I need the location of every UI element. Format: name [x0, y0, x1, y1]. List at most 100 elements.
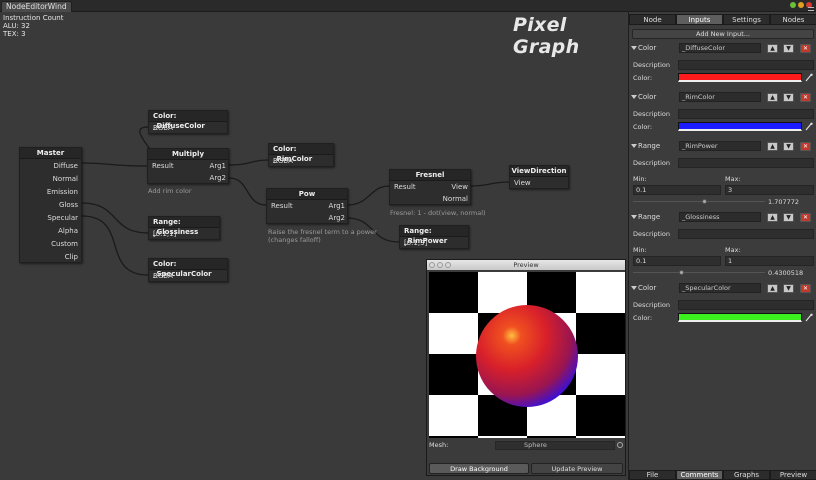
- arrow-down-icon[interactable]: ▼: [783, 213, 794, 222]
- description-field[interactable]: [678, 229, 814, 239]
- foldout-arrow-icon[interactable]: [631, 46, 637, 50]
- max-field[interactable]: 1: [725, 256, 814, 266]
- value-slider[interactable]: [633, 272, 765, 273]
- bottom-tab-graphs[interactable]: Graphs: [723, 470, 770, 480]
- fresnel-node[interactable]: Fresnel Result View Normal: [389, 169, 471, 205]
- menu-icon[interactable]: [808, 7, 814, 11]
- wire-multiply-diffuse: [81, 162, 148, 167]
- color-swatch[interactable]: [678, 122, 802, 131]
- window-tab[interactable]: NodeEditorWind: [1, 1, 72, 12]
- slider-thumb[interactable]: [678, 270, 684, 275]
- mesh-field[interactable]: Sphere: [495, 441, 615, 450]
- pow-output-port[interactable]: Result: [271, 202, 293, 211]
- arrow-up-icon[interactable]: ▲: [767, 93, 778, 102]
- minimize-icon[interactable]: [798, 2, 804, 8]
- arrow-down-icon[interactable]: ▼: [783, 44, 794, 53]
- input-name-field[interactable]: _RimPower: [679, 141, 761, 151]
- preview-titlebar[interactable]: Preview: [427, 260, 625, 270]
- description-field[interactable]: [678, 60, 814, 70]
- master-port-emission[interactable]: Emission: [47, 188, 78, 197]
- color-swatch[interactable]: [678, 313, 802, 322]
- fresnel-output-port[interactable]: Result: [394, 183, 416, 192]
- foldout-arrow-icon[interactable]: [631, 286, 637, 290]
- master-port-specular[interactable]: Specular: [47, 214, 78, 223]
- value-slider[interactable]: [633, 201, 765, 202]
- arrow-up-icon[interactable]: ▲: [767, 142, 778, 151]
- fresnel-view-port[interactable]: View: [451, 183, 468, 192]
- view-direction-output-port[interactable]: View: [510, 177, 568, 189]
- tab-node[interactable]: Node: [629, 14, 676, 25]
- arrow-down-icon[interactable]: ▼: [783, 284, 794, 293]
- eyedropper-icon[interactable]: [805, 313, 813, 322]
- multiply-arg1-port[interactable]: Arg1: [210, 162, 226, 171]
- input-name-field[interactable]: _Glossiness: [679, 212, 761, 222]
- bottom-tab-file[interactable]: File: [629, 470, 676, 480]
- eyedropper-icon[interactable]: [805, 122, 813, 131]
- foldout-arrow-icon[interactable]: [631, 95, 637, 99]
- instruction-stats: Instruction Count ALU: 32 TEX: 3: [3, 14, 63, 38]
- glossiness-node[interactable]: Range: _Glossiness [0.1,1]: [148, 216, 220, 240]
- master-port-normal[interactable]: Normal: [53, 175, 78, 184]
- master-port-clip[interactable]: Clip: [65, 253, 78, 262]
- description-field[interactable]: [678, 158, 814, 168]
- arrow-up-icon[interactable]: ▲: [767, 44, 778, 53]
- view-direction-node[interactable]: ViewDirection View: [509, 165, 569, 189]
- delete-icon[interactable]: ✕: [800, 93, 811, 102]
- preview-render[interactable]: [429, 272, 625, 438]
- multiply-node[interactable]: Multiply Result Arg1 Arg2: [147, 148, 229, 184]
- arrow-up-icon[interactable]: ▲: [767, 213, 778, 222]
- preview-window[interactable]: Preview Mesh: Sphere Draw Background Upd…: [426, 259, 626, 476]
- master-port-alpha[interactable]: Alpha: [58, 227, 78, 236]
- input-name-field[interactable]: _RimColor: [679, 92, 761, 102]
- master-port-gloss[interactable]: Gloss: [59, 201, 78, 210]
- fresnel-normal-port[interactable]: Normal: [443, 195, 468, 204]
- bottom-tab-comments[interactable]: Comments: [676, 470, 723, 480]
- preview-close-icon[interactable]: [429, 261, 435, 268]
- color-swatch[interactable]: [678, 73, 802, 82]
- eyedropper-icon[interactable]: [805, 73, 813, 82]
- object-picker-icon[interactable]: [617, 442, 623, 448]
- bottom-tab-preview[interactable]: Preview: [770, 470, 816, 480]
- tab-settings[interactable]: Settings: [723, 14, 770, 25]
- slider-value[interactable]: 1.707772: [768, 198, 799, 206]
- master-port-custom[interactable]: Custom: [51, 240, 78, 249]
- multiply-arg2-port[interactable]: Arg2: [210, 174, 226, 183]
- arrow-up-icon[interactable]: ▲: [767, 284, 778, 293]
- delete-icon[interactable]: ✕: [800, 213, 811, 222]
- description-field[interactable]: [678, 300, 814, 310]
- specular-color-node[interactable]: Color: _SpecularColor RGBA: [148, 258, 228, 282]
- foldout-arrow-icon[interactable]: [631, 215, 637, 219]
- arrow-down-icon[interactable]: ▼: [783, 142, 794, 151]
- diffuse-color-node[interactable]: Color: _DiffuseColor RGBA: [148, 110, 228, 134]
- update-preview-button[interactable]: Update Preview: [531, 463, 623, 474]
- min-label: Min:: [633, 175, 647, 183]
- delete-icon[interactable]: ✕: [800, 284, 811, 293]
- rim-color-node[interactable]: Color: _RimColor RGBA: [268, 143, 334, 167]
- multiply-output-port[interactable]: Result: [152, 162, 174, 171]
- description-field[interactable]: [678, 109, 814, 119]
- max-field[interactable]: 3: [725, 185, 814, 195]
- input-name-field[interactable]: _DiffuseColor: [679, 43, 761, 53]
- tab-inputs[interactable]: Inputs: [676, 14, 723, 25]
- master-node[interactable]: Master Diffuse Normal Emission Gloss Specula…: [19, 147, 82, 263]
- pow-arg2-port[interactable]: Arg2: [329, 214, 345, 223]
- master-port-diffuse[interactable]: Diffuse: [53, 162, 78, 171]
- preview-minimize-icon[interactable]: [437, 261, 443, 268]
- slider-value[interactable]: 0.4300518: [768, 269, 803, 277]
- pow-arg1-port[interactable]: Arg1: [329, 202, 345, 211]
- preview-zoom-icon[interactable]: [445, 261, 451, 268]
- rim-power-node[interactable]: Range: _RimPower [0.1,3]: [399, 225, 469, 249]
- min-field[interactable]: 0.1: [633, 256, 721, 266]
- pow-node[interactable]: Pow Result Arg1 Arg2: [266, 188, 348, 224]
- min-field[interactable]: 0.1: [633, 185, 721, 195]
- draw-background-button[interactable]: Draw Background: [429, 463, 529, 474]
- add-new-input-button[interactable]: Add New Input...: [632, 29, 814, 39]
- maximize-icon[interactable]: [790, 2, 796, 8]
- delete-icon[interactable]: ✕: [800, 44, 811, 53]
- arrow-down-icon[interactable]: ▼: [783, 93, 794, 102]
- foldout-arrow-icon[interactable]: [631, 144, 637, 148]
- slider-thumb[interactable]: [702, 199, 708, 204]
- tab-nodes[interactable]: Nodes: [770, 14, 816, 25]
- delete-icon[interactable]: ✕: [800, 142, 811, 151]
- input-name-field[interactable]: _SpecularColor: [679, 283, 761, 293]
